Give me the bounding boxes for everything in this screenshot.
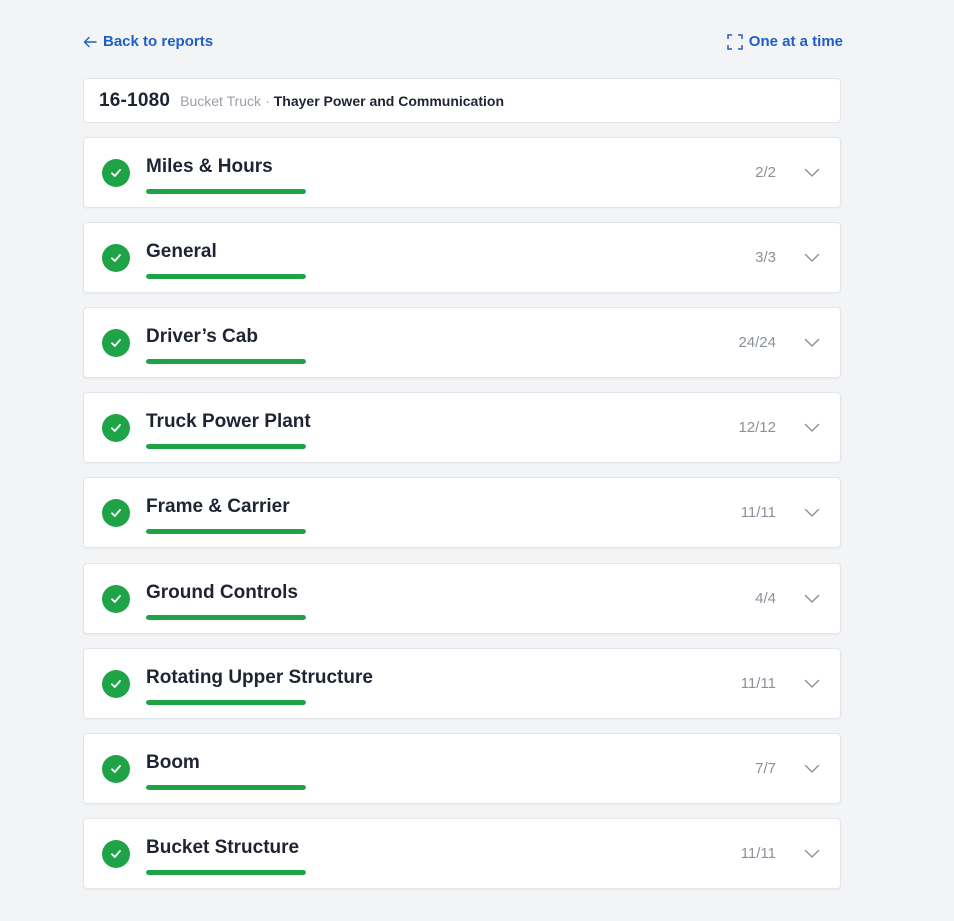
section-count: 2/2 <box>755 164 776 181</box>
inspection-section[interactable]: Miles & Hours 2/2 <box>83 137 841 208</box>
section-title: Driver’s Cab <box>146 326 258 347</box>
section-progress-bar <box>146 870 306 875</box>
check-circle-icon <box>102 499 130 527</box>
section-title: Bucket Structure <box>146 837 300 858</box>
chevron-down-icon[interactable] <box>804 846 820 864</box>
section-count: 11/11 <box>740 845 776 862</box>
check-circle-icon <box>102 755 130 783</box>
section-progress-fill <box>146 274 306 279</box>
section-count: 7/7 <box>755 760 776 777</box>
section-count: 4/4 <box>755 590 776 607</box>
chevron-down-icon[interactable] <box>804 761 820 779</box>
inspection-section[interactable]: Boom 7/7 <box>83 733 841 804</box>
section-progress-bar <box>146 359 306 364</box>
inspection-section[interactable]: Truck Power Plant 12/12 <box>83 392 841 463</box>
section-title: Miles & Hours <box>146 156 273 177</box>
back-to-reports-link[interactable]: Back to reports <box>83 33 213 50</box>
section-title: Truck Power Plant <box>146 411 311 432</box>
section-progress-fill <box>146 615 306 620</box>
section-count: 11/11 <box>740 675 776 692</box>
section-progress-fill <box>146 444 306 449</box>
section-count: 3/3 <box>755 249 776 266</box>
section-progress-bar <box>146 700 306 705</box>
section-count: 12/12 <box>738 419 776 436</box>
chevron-down-icon[interactable] <box>804 505 820 523</box>
inspection-section[interactable]: Ground Controls 4/4 <box>83 563 841 634</box>
inspection-section[interactable]: Frame & Carrier 11/11 <box>83 477 841 548</box>
vehicle-separator: · <box>265 92 270 109</box>
chevron-down-icon[interactable] <box>804 165 820 183</box>
one-at-a-time-toggle[interactable]: One at a time <box>727 33 843 50</box>
chevron-down-icon[interactable] <box>804 250 820 268</box>
inspection-section[interactable]: Bucket Structure 11/11 <box>83 818 841 889</box>
section-count: 11/11 <box>740 504 776 521</box>
chevron-down-icon[interactable] <box>804 676 820 694</box>
section-count: 24/24 <box>738 334 776 351</box>
section-progress-fill <box>146 785 306 790</box>
section-title: General <box>146 241 217 262</box>
section-progress-bar <box>146 274 306 279</box>
section-progress-bar <box>146 189 306 194</box>
section-progress-fill <box>146 359 306 364</box>
expand-frame-icon <box>727 33 743 50</box>
section-progress-bar <box>146 529 306 534</box>
chevron-down-icon[interactable] <box>804 335 820 353</box>
section-title: Frame & Carrier <box>146 496 290 517</box>
inspection-section[interactable]: Driver’s Cab 24/24 <box>83 307 841 378</box>
vehicle-company: Thayer Power and Communication <box>273 92 504 109</box>
section-progress-fill <box>146 529 306 534</box>
section-progress-bar <box>146 615 306 620</box>
one-at-a-time-label: One at a time <box>748 33 843 50</box>
check-circle-icon <box>102 840 130 868</box>
section-title: Ground Controls <box>146 582 298 603</box>
check-circle-icon <box>102 585 130 613</box>
section-title: Boom <box>146 752 200 773</box>
section-progress-fill <box>146 870 306 875</box>
check-circle-icon <box>102 670 130 698</box>
section-title: Rotating Upper Structure <box>146 667 373 688</box>
vehicle-type: Bucket Truck <box>180 92 262 109</box>
top-bar: Back to reports One at a time <box>83 33 843 55</box>
check-circle-icon <box>102 414 130 442</box>
inspection-section[interactable]: Rotating Upper Structure 11/11 <box>83 648 841 719</box>
section-progress-bar <box>146 444 306 449</box>
section-progress-fill <box>146 189 306 194</box>
section-progress-bar <box>146 785 306 790</box>
check-circle-icon <box>102 159 130 187</box>
vehicle-header-card: 16-1080 Bucket Truck · Thayer Power and … <box>83 78 841 123</box>
arrow-left-icon <box>83 36 97 47</box>
chevron-down-icon[interactable] <box>804 420 820 438</box>
check-circle-icon <box>102 329 130 357</box>
section-progress-fill <box>146 700 306 705</box>
check-circle-icon <box>102 244 130 272</box>
chevron-down-icon[interactable] <box>804 591 820 609</box>
vehicle-id: 16-1080 <box>99 89 171 111</box>
back-to-reports-label: Back to reports <box>103 33 214 50</box>
inspection-section[interactable]: General 3/3 <box>83 222 841 293</box>
